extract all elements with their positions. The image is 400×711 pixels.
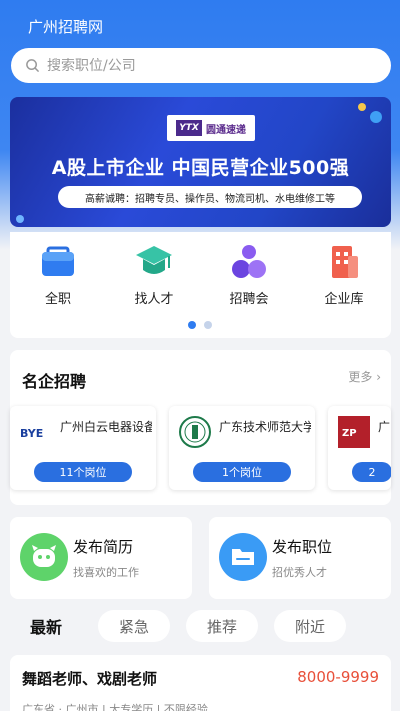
job-count-badge[interactable]: 11个岗位	[34, 462, 132, 482]
publish-title: 发布职位	[272, 538, 333, 556]
publish-job-card[interactable]: 发布职位 招优秀人才	[209, 517, 391, 599]
banner-logo: YTX 圆通速递	[167, 115, 255, 141]
job-meta: 广东省 · 广州市 | 大专学历 | 不限经验	[22, 703, 208, 711]
search-icon	[25, 58, 41, 74]
logo-mark: YTX	[176, 120, 202, 136]
promo-banner[interactable]: YTX 圆通速递 A股上市企业 中国民营企业500强 高薪诚聘：招聘专员、操作员…	[10, 97, 391, 227]
publish-subtitle: 招优秀人才	[272, 566, 327, 579]
category-talent[interactable]: 找人才	[114, 242, 194, 307]
company-name: 广州白云电器设备	[60, 420, 152, 434]
tab-nearby[interactable]: 附近	[274, 610, 346, 642]
tab-recommended[interactable]: 推荐	[186, 610, 258, 642]
more-link[interactable]: 更多 ›	[348, 368, 381, 385]
job-list-item[interactable]: 舞蹈老师、戏剧老师 8000-9999 广东省 · 广州市 | 大专学历 | 不…	[10, 655, 391, 711]
briefcase-icon	[38, 242, 78, 282]
search-bar[interactable]	[11, 48, 391, 83]
search-input[interactable]	[47, 57, 347, 74]
famous-companies-section: 名企招聘 更多 › BYE 广州白云电器设备 11个岗位 广东技术师范大学 1个…	[10, 350, 391, 505]
decor-dot	[370, 111, 382, 123]
category-label: 找人才	[134, 292, 174, 307]
banner-headline: A股上市企业 中国民营企业500强	[51, 157, 350, 179]
building-icon	[324, 242, 364, 282]
graduation-cap-icon	[134, 242, 174, 282]
company-logo: ZP	[338, 416, 370, 448]
section-title: 名企招聘	[22, 372, 87, 391]
company-logo: BYE	[20, 416, 52, 448]
pager-dot-active[interactable]	[188, 321, 196, 329]
more-label: 更多	[348, 370, 373, 384]
category-grid: 全职 找人才 招聘会 企业库	[10, 232, 391, 338]
logo-text: BYE	[20, 427, 43, 440]
tab-latest[interactable]: 最新	[10, 610, 82, 642]
company-card[interactable]: ZP 广 2	[328, 406, 391, 490]
publish-subtitle: 找喜欢的工作	[73, 566, 139, 579]
logo-text: ZP	[342, 428, 357, 439]
category-label: 全职	[44, 292, 71, 307]
category-label: 招聘会	[229, 292, 269, 307]
university-emblem-icon	[179, 416, 211, 448]
job-count-badge[interactable]: 1个岗位	[193, 462, 291, 482]
app-title: 广州招聘网	[28, 18, 104, 36]
pager-dot[interactable]	[204, 321, 212, 329]
decor-dot	[358, 103, 366, 111]
company-name: 广	[378, 420, 391, 434]
folder-icon	[219, 533, 267, 581]
publish-resume-card[interactable]: 发布简历 找喜欢的工作	[10, 517, 192, 599]
logo-name: 圆通速递	[206, 124, 246, 136]
category-companies[interactable]: 企业库	[304, 242, 384, 307]
tab-urgent[interactable]: 紧急	[98, 610, 170, 642]
job-count-badge[interactable]: 2	[352, 462, 391, 482]
category-fulltime[interactable]: 全职	[18, 242, 98, 307]
people-icon	[229, 242, 269, 282]
company-card[interactable]: 广东技术师范大学 1个岗位	[169, 406, 315, 490]
company-card[interactable]: BYE 广州白云电器设备 11个岗位	[10, 406, 156, 490]
resume-icon	[20, 533, 68, 581]
job-filter-tabs: 最新 紧急 推荐 附近	[10, 610, 391, 644]
category-jobfair[interactable]: 招聘会	[209, 242, 289, 307]
chevron-right-icon: ›	[376, 370, 381, 384]
job-title: 舞蹈老师、戏剧老师	[22, 670, 158, 688]
publish-title: 发布简历	[73, 538, 134, 556]
job-salary: 8000-9999	[297, 668, 379, 686]
category-label: 企业库	[324, 292, 364, 307]
company-name: 广东技术师范大学	[219, 420, 311, 434]
banner-pill: 高薪诚聘：招聘专员、操作员、物流司机、水电维修工等	[58, 186, 362, 208]
decor-dot	[16, 215, 24, 223]
